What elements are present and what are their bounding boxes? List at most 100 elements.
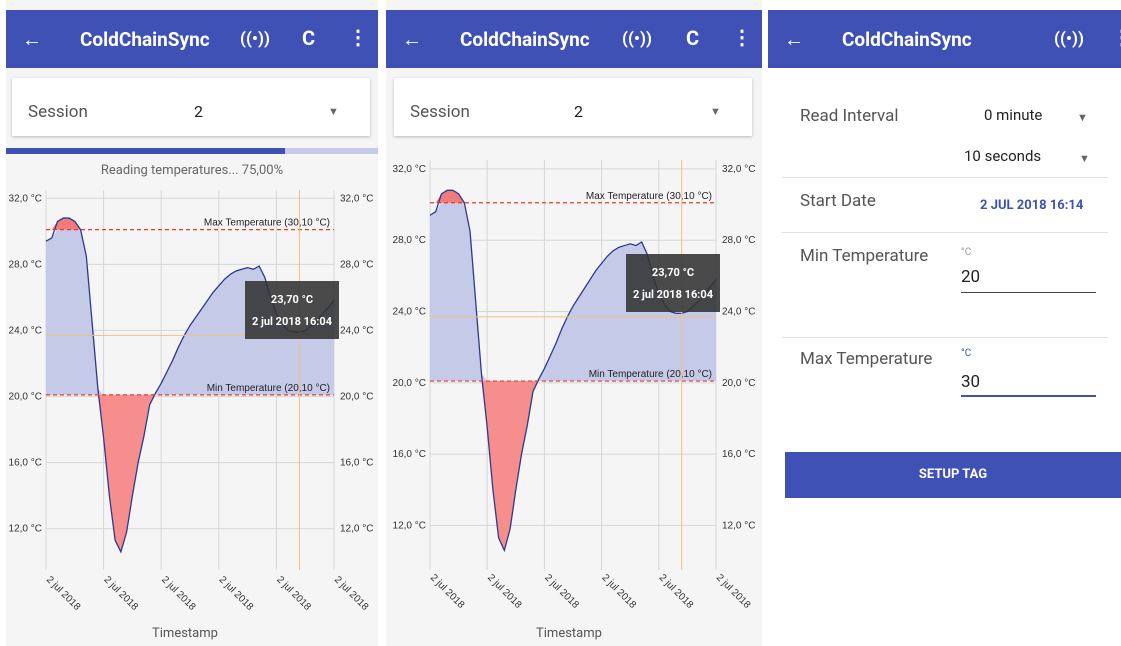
x-axis-title: Timestamp bbox=[152, 626, 218, 641]
app-title: ColdChainSync bbox=[80, 28, 210, 51]
read-interval-seconds-select[interactable]: 10 seconds bbox=[964, 147, 1041, 165]
session-value: 2 bbox=[194, 102, 203, 121]
back-arrow-icon[interactable]: ← bbox=[22, 27, 42, 51]
max-temperature-input[interactable]: 30 bbox=[961, 372, 980, 392]
tooltip-datetime: 2 jul 2018 16:04 bbox=[632, 288, 714, 301]
min-temperature-label: Min Temperature bbox=[800, 246, 929, 266]
nfc-icon[interactable]: ((•)) bbox=[240, 28, 270, 50]
app-title: ColdChainSync bbox=[460, 28, 590, 51]
max-temperature-underline bbox=[961, 395, 1096, 397]
more-options-icon[interactable]: ⋮ bbox=[1112, 26, 1121, 48]
y-tick-label-right: 12,0 °C bbox=[722, 520, 755, 531]
x-tick-label: 2 jul 2018 bbox=[714, 572, 753, 610]
chart-screen-1: ← ColdChainSync ((•)) C ⋮ Session 2 ▼ Re… bbox=[6, 0, 378, 646]
setup-screen: ← ColdChainSync ((•)) ⋮ Read Interval 0 … bbox=[768, 0, 1121, 646]
dropdown-caret-icon[interactable]: ▼ bbox=[328, 105, 339, 118]
x-tick-label: 2 jul 2018 bbox=[101, 574, 140, 610]
progress-bar bbox=[6, 148, 378, 154]
back-arrow-icon[interactable]: ← bbox=[402, 27, 422, 51]
y-tick-label-right: 12,0 °C bbox=[340, 524, 373, 535]
y-tick-label-left: 20,0 °C bbox=[393, 378, 426, 389]
y-tick-label-left: 28,0 °C bbox=[9, 259, 42, 270]
y-tick-label-right: 32,0 °C bbox=[340, 193, 373, 204]
tooltip-temperature: 23,70 °C bbox=[270, 293, 314, 306]
max-threshold-label: Max Temperature (30,10 °C) bbox=[204, 218, 330, 229]
start-date-label: Start Date bbox=[800, 191, 876, 211]
y-tick-label-left: 16,0 °C bbox=[393, 449, 426, 460]
y-tick-label-left: 20,0 °C bbox=[9, 392, 42, 403]
divider bbox=[782, 337, 1108, 338]
y-tick-label-right: 24,0 °C bbox=[722, 307, 755, 318]
dropdown-caret-icon[interactable]: ▼ bbox=[1077, 111, 1088, 124]
x-tick-label: 2 jul 2018 bbox=[44, 574, 83, 610]
start-date-value[interactable]: 2 JUL 2018 16:14 bbox=[980, 198, 1083, 213]
app-bar: ← ColdChainSync ((•)) ⋮ bbox=[768, 10, 1121, 68]
app-bar: ← ColdChainSync ((•)) C ⋮ bbox=[386, 10, 762, 68]
tooltip-temperature: 23,70 °C bbox=[651, 266, 695, 279]
nfc-icon[interactable]: ((•)) bbox=[622, 28, 652, 50]
session-label: Session bbox=[28, 102, 88, 122]
session-selector[interactable]: Session 2 ▼ bbox=[12, 78, 370, 136]
progress-bar-fill bbox=[6, 148, 285, 154]
y-tick-label-right: 20,0 °C bbox=[340, 392, 373, 403]
app-title: ColdChainSync bbox=[842, 28, 972, 51]
more-options-icon[interactable]: ⋮ bbox=[348, 26, 368, 48]
refresh-icon[interactable]: C bbox=[686, 27, 699, 49]
temperature-chart[interactable]: Max Temperature (30,10 °C) Min Temperatur… bbox=[6, 190, 378, 610]
min-temperature-unit: °C bbox=[961, 247, 972, 258]
back-arrow-icon[interactable]: ← bbox=[784, 27, 804, 51]
y-tick-label-left: 16,0 °C bbox=[9, 458, 42, 469]
tooltip-datetime: 2 jul 2018 16:04 bbox=[251, 315, 333, 328]
app-bar: ← ColdChainSync ((•)) C ⋮ bbox=[6, 10, 378, 68]
y-tick-label-left: 28,0 °C bbox=[393, 235, 426, 246]
read-interval-minutes-select[interactable]: 0 minute bbox=[984, 106, 1042, 124]
x-tick-label: 2 jul 2018 bbox=[217, 574, 256, 610]
y-tick-label-right: 28,0 °C bbox=[340, 259, 373, 270]
session-selector[interactable]: Session 2 ▼ bbox=[394, 78, 752, 136]
temperature-chart[interactable]: Max Temperature (30,10 °C) Min Temperatur… bbox=[386, 160, 762, 610]
chart-tooltip: 23,70 °C 2 jul 2018 16:04 bbox=[245, 281, 339, 339]
max-temperature-unit: °C bbox=[961, 348, 972, 359]
y-tick-label-left: 24,0 °C bbox=[393, 307, 426, 318]
x-tick-label: 2 jul 2018 bbox=[657, 572, 696, 610]
y-tick-label-left: 24,0 °C bbox=[9, 325, 42, 336]
y-tick-label-right: 20,0 °C bbox=[722, 378, 755, 389]
min-temperature-input[interactable]: 20 bbox=[961, 267, 980, 287]
x-tick-label: 2 jul 2018 bbox=[599, 572, 638, 610]
more-options-icon[interactable]: ⋮ bbox=[732, 26, 752, 48]
session-label: Session bbox=[410, 102, 470, 122]
x-tick-label: 2 jul 2018 bbox=[428, 572, 467, 610]
y-tick-label-right: 16,0 °C bbox=[722, 449, 755, 460]
read-interval-label: Read Interval bbox=[800, 106, 899, 126]
y-tick-label-right: 24,0 °C bbox=[340, 325, 373, 336]
max-temperature-label: Max Temperature bbox=[800, 349, 933, 369]
y-tick-label-right: 28,0 °C bbox=[722, 235, 755, 246]
nfc-icon[interactable]: ((•)) bbox=[1054, 28, 1084, 50]
y-tick-label-right: 16,0 °C bbox=[340, 458, 373, 469]
chart-screen-2: ← ColdChainSync ((•)) C ⋮ Session 2 ▼ Ma… bbox=[386, 0, 762, 646]
session-value: 2 bbox=[574, 102, 583, 121]
x-tick-label: 2 jul 2018 bbox=[159, 574, 198, 610]
y-tick-label-left: 32,0 °C bbox=[9, 193, 42, 204]
x-tick-label: 2 jul 2018 bbox=[485, 572, 524, 610]
divider bbox=[782, 232, 1108, 233]
min-threshold-label: Min Temperature (20,10 °C) bbox=[589, 369, 712, 380]
chart-tooltip: 23,70 °C 2 jul 2018 16:04 bbox=[626, 254, 720, 312]
x-tick-label: 2 jul 2018 bbox=[542, 572, 581, 610]
y-tick-label-left: 12,0 °C bbox=[9, 524, 42, 535]
min-threshold-label: Min Temperature (20,10 °C) bbox=[207, 383, 330, 394]
x-axis-title: Timestamp bbox=[536, 626, 602, 641]
dropdown-caret-icon[interactable]: ▼ bbox=[1079, 152, 1090, 165]
x-tick-label: 2 jul 2018 bbox=[274, 574, 313, 610]
y-tick-label-right: 32,0 °C bbox=[722, 164, 755, 175]
y-tick-label-left: 32,0 °C bbox=[393, 164, 426, 175]
y-tick-label-left: 12,0 °C bbox=[393, 520, 426, 531]
refresh-icon[interactable]: C bbox=[302, 27, 315, 49]
progress-text: Reading temperatures... 75,00% bbox=[100, 163, 284, 178]
max-threshold-label: Max Temperature (30,10 °C) bbox=[586, 191, 712, 202]
min-temperature-underline bbox=[961, 292, 1096, 293]
x-tick-label: 2 jul 2018 bbox=[332, 574, 371, 610]
setup-tag-button[interactable]: SETUP TAG bbox=[785, 452, 1121, 498]
divider bbox=[782, 177, 1108, 178]
dropdown-caret-icon[interactable]: ▼ bbox=[710, 105, 721, 118]
